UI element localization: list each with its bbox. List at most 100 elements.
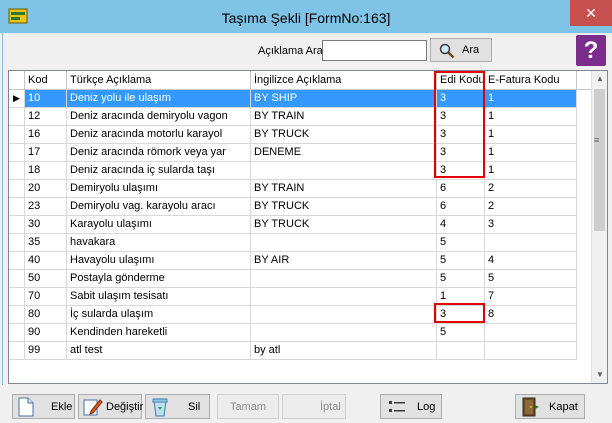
efatura-code-cell[interactable]: 1 [485,144,577,162]
scrollbar-thumb[interactable] [594,89,605,231]
table-row[interactable]: 40 Havayolu ulaşımı BY AIR 5 4 [9,252,591,270]
english-description-cell[interactable]: BY AIR [251,252,437,270]
column-header-kod[interactable]: Kod [25,71,67,89]
english-description-cell[interactable]: by atl [251,342,437,360]
edi-code-cell[interactable]: 3 [437,306,485,324]
efatura-code-cell[interactable]: 8 [485,306,577,324]
english-description-cell[interactable] [251,306,437,324]
turkish-description-cell[interactable]: Karayolu ulaşımı [67,216,251,234]
edit-button[interactable]: Değiştir [78,394,143,419]
english-description-cell[interactable]: DENEME [251,144,437,162]
kod-cell[interactable]: 23 [25,198,67,216]
efatura-code-cell[interactable]: 1 [485,126,577,144]
turkish-description-cell[interactable]: İç sularda ulaşım [67,306,251,324]
edi-code-cell[interactable]: 1 [437,288,485,306]
efatura-code-cell[interactable]: 1 [485,108,577,126]
table-row[interactable]: 17 Deniz aracında römork veya yar DENEME 3 1 [9,144,591,162]
kod-cell[interactable]: 40 [25,252,67,270]
turkish-description-cell[interactable]: Deniz aracında demiryolu vagon [67,108,251,126]
efatura-code-cell[interactable]: 1 [485,162,577,180]
edi-code-cell[interactable]: 5 [437,270,485,288]
table-row[interactable]: 23 Demiryolu vag. karayolu aracı BY TRUCK 6… [9,198,591,216]
search-input[interactable] [322,40,427,61]
kod-cell[interactable]: 35 [25,234,67,252]
kod-cell[interactable]: 70 [25,288,67,306]
edi-code-cell[interactable]: 3 [437,90,485,108]
edi-code-cell[interactable]: 3 [437,144,485,162]
scroll-down-arrow-icon[interactable]: ▼ [592,367,607,383]
table-row[interactable]: 90 Kendinden hareketli 5 [9,324,591,342]
turkish-description-cell[interactable]: Havayolu ulaşımı [67,252,251,270]
efatura-code-cell[interactable]: 7 [485,288,577,306]
edi-code-cell[interactable]: 3 [437,126,485,144]
kod-cell[interactable]: 90 [25,324,67,342]
turkish-description-cell[interactable]: Kendinden hareketli [67,324,251,342]
add-button[interactable]: Ekle [12,394,75,419]
table-row[interactable]: ▶ 10 Deniz yolu ile ulaşım BY SHIP 3 1 [9,90,591,108]
column-header-turkish-description[interactable]: Türkçe Açıklama [67,71,251,89]
efatura-code-cell[interactable]: 3 [485,216,577,234]
turkish-description-cell[interactable]: Deniz aracında römork veya yar [67,144,251,162]
table-row[interactable]: 50 Postayla gönderme 5 5 [9,270,591,288]
turkish-description-cell[interactable]: Deniz aracında iç sularda taşı [67,162,251,180]
table-row[interactable]: 18 Deniz aracında iç sularda taşı 3 1 [9,162,591,180]
kod-cell[interactable]: 50 [25,270,67,288]
turkish-description-cell[interactable]: Deniz yolu ile ulaşım [67,90,251,108]
turkish-description-cell[interactable]: Postayla gönderme [67,270,251,288]
efatura-code-cell[interactable] [485,342,577,360]
edi-code-cell[interactable]: 6 [437,180,485,198]
efatura-code-cell[interactable]: 2 [485,198,577,216]
edi-code-cell[interactable]: 3 [437,108,485,126]
edi-code-cell[interactable]: 5 [437,324,485,342]
scroll-up-arrow-icon[interactable]: ▲ [592,71,607,87]
table-row[interactable]: 20 Demiryolu ulaşımı BY TRAIN 6 2 [9,180,591,198]
table-row[interactable]: 12 Deniz aracında demiryolu vagon BY TRAIN… [9,108,591,126]
table-row[interactable]: 35 havakara 5 [9,234,591,252]
turkish-description-cell[interactable]: Sabit ulaşım tesisatı [67,288,251,306]
english-description-cell[interactable] [251,288,437,306]
table-row[interactable]: 99 atl test by atl [9,342,591,360]
column-header-english-description[interactable]: İngilizce Açıklama [251,71,437,89]
edi-code-cell[interactable]: 4 [437,216,485,234]
turkish-description-cell[interactable]: havakara [67,234,251,252]
ok-button[interactable]: Tamam [217,394,279,419]
english-description-cell[interactable]: BY SHIP [251,90,437,108]
efatura-code-cell[interactable]: 5 [485,270,577,288]
edi-code-cell[interactable]: 5 [437,234,485,252]
english-description-cell[interactable]: BY TRUCK [251,126,437,144]
english-description-cell[interactable]: BY TRUCK [251,216,437,234]
column-header-edi-code[interactable]: Edi Kodu [437,71,485,89]
turkish-description-cell[interactable]: atl test [67,342,251,360]
english-description-cell[interactable]: BY TRUCK [251,198,437,216]
efatura-code-cell[interactable] [485,234,577,252]
kod-cell[interactable]: 12 [25,108,67,126]
cancel-button[interactable]: İptal [282,394,346,419]
table-row[interactable]: 30 Karayolu ulaşımı BY TRUCK 4 3 [9,216,591,234]
kod-cell[interactable]: 10 [25,90,67,108]
english-description-cell[interactable] [251,162,437,180]
log-button[interactable]: Log [380,394,442,419]
table-row[interactable]: 16 Deniz aracında motorlu karayol BY TRUCK… [9,126,591,144]
close-window-button[interactable]: ✕ [570,0,612,26]
english-description-cell[interactable]: BY TRAIN [251,108,437,126]
efatura-code-cell[interactable]: 1 [485,90,577,108]
efatura-code-cell[interactable]: 4 [485,252,577,270]
edi-code-cell[interactable]: 5 [437,252,485,270]
vertical-scrollbar[interactable]: ▲ ≡ ▼ [591,71,607,383]
kod-cell[interactable]: 20 [25,180,67,198]
kod-cell[interactable]: 80 [25,306,67,324]
kod-cell[interactable]: 17 [25,144,67,162]
kod-cell[interactable]: 16 [25,126,67,144]
kod-cell[interactable]: 99 [25,342,67,360]
close-button[interactable]: Kapat [515,394,585,419]
turkish-description-cell[interactable]: Deniz aracında motorlu karayol [67,126,251,144]
help-button[interactable]: ? [576,35,606,66]
search-button[interactable]: Ara [430,38,492,62]
english-description-cell[interactable]: BY TRAIN [251,180,437,198]
table-row[interactable]: 70 Sabit ulaşım tesisatı 1 7 [9,288,591,306]
kod-cell[interactable]: 18 [25,162,67,180]
efatura-code-cell[interactable]: 2 [485,180,577,198]
turkish-description-cell[interactable]: Demiryolu ulaşımı [67,180,251,198]
edi-code-cell[interactable] [437,342,485,360]
delete-button[interactable]: Sil [145,394,210,419]
